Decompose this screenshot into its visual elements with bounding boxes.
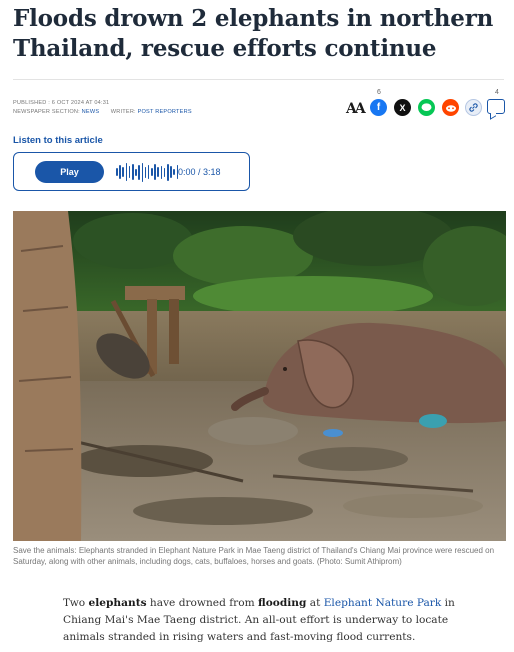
x-icon[interactable]: X (394, 99, 411, 116)
keyword-flooding[interactable]: flooding (258, 597, 306, 609)
section-label: NEWSPAPER SECTION: (13, 109, 80, 115)
headline-line-2: Thailand, rescue efforts continue (13, 35, 437, 62)
comment-icon[interactable] (487, 99, 505, 114)
audio-time: 0:00 / 3:18 (178, 167, 221, 177)
photo-caption: Save the animals: Elephants stranded in … (13, 546, 495, 566)
article-photo (13, 211, 506, 541)
section-link[interactable]: NEWS (82, 109, 100, 115)
link-icon[interactable] (465, 99, 482, 116)
article-meta: PUBLISHED : 6 OCT 2024 AT 04:31 NEWSPAPE… (13, 99, 192, 117)
listen-label: Listen to this article (13, 135, 103, 146)
facebook-share-count: 6 (377, 89, 381, 96)
published-date: PUBLISHED : 6 OCT 2024 AT 04:31 (13, 100, 110, 106)
article-paragraph: Two elephants have drowned from flooding… (63, 597, 455, 643)
play-button[interactable]: Play (35, 161, 104, 183)
keyword-elephants[interactable]: elephants (89, 597, 147, 609)
reddit-icon[interactable] (442, 99, 459, 116)
text-size-icon[interactable]: AA (346, 101, 366, 117)
facebook-icon[interactable]: f (370, 99, 387, 116)
divider (13, 79, 504, 80)
audio-player: Play 0:00 / 3:18 (13, 152, 250, 191)
article-headline: Floods drown 2 elephants in northern Tha… (13, 4, 503, 64)
waveform-icon (116, 162, 179, 182)
writer-link[interactable]: POST REPORTERS (138, 109, 192, 115)
writer-label: WRITER: (110, 109, 136, 115)
headline-line-1: Floods drown 2 elephants in northern (13, 5, 494, 32)
line-icon[interactable] (418, 99, 435, 116)
comment-count: 4 (495, 89, 499, 96)
elephant-nature-park-link[interactable]: Elephant Nature Park (324, 597, 442, 609)
